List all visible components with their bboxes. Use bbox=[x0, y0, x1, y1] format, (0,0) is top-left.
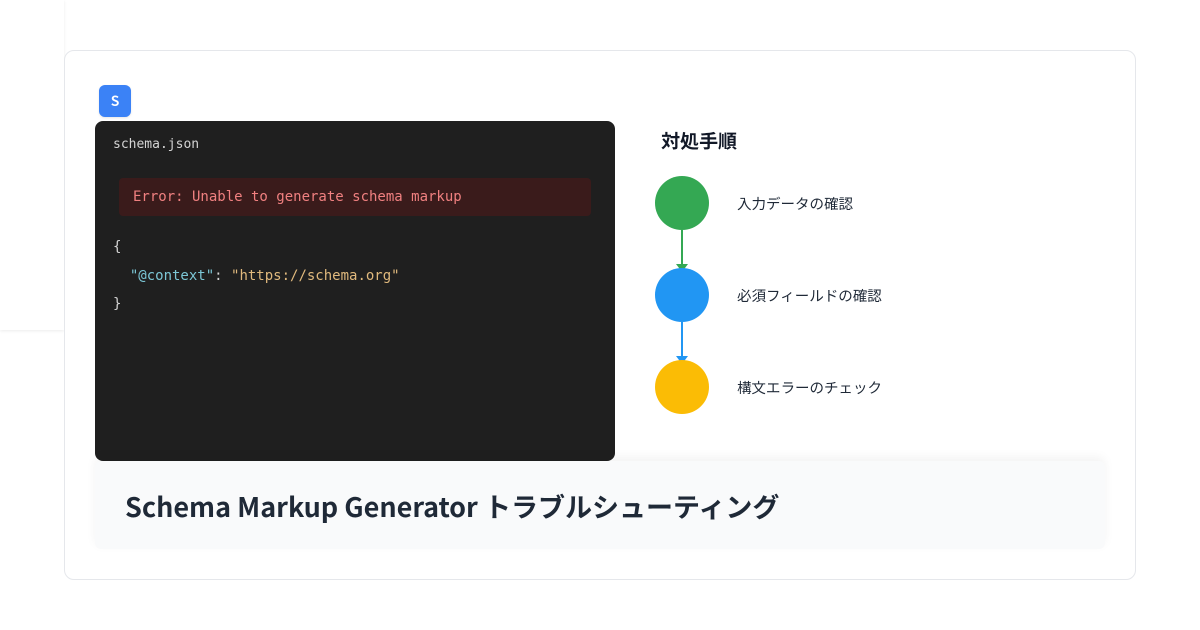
step-circle-icon bbox=[655, 268, 709, 322]
code-filename: schema.json bbox=[113, 135, 597, 156]
step-row-1: 入力データの確認 bbox=[655, 176, 1105, 230]
step-connector-2 bbox=[655, 322, 709, 360]
steps-panel: 対処手順 入力データの確認 必須フィールドの確認 構文エラーのチェック bbox=[655, 121, 1105, 461]
code-panel: schema.json Error: Unable to generate sc… bbox=[95, 121, 615, 461]
badge-s: S bbox=[99, 85, 131, 117]
content-row: schema.json Error: Unable to generate sc… bbox=[95, 121, 1105, 461]
step-connector-1 bbox=[655, 230, 709, 268]
footer-title: Schema Markup Generator トラブルシューティング bbox=[125, 486, 779, 525]
code-line-kv: "@context": "https://schema.org" bbox=[113, 265, 597, 287]
code-line-open: { bbox=[113, 236, 597, 258]
code-error-banner: Error: Unable to generate schema markup bbox=[119, 178, 591, 216]
steps-title: 対処手順 bbox=[661, 127, 1105, 154]
main-card: S schema.json Error: Unable to generate … bbox=[64, 50, 1136, 580]
connector-line bbox=[681, 322, 683, 360]
connector-line bbox=[681, 230, 683, 268]
step-circle-icon bbox=[655, 176, 709, 230]
step-label: 入力データの確認 bbox=[737, 193, 853, 214]
left-edge-panel bbox=[0, 0, 64, 330]
footer-bar: Schema Markup Generator トラブルシューティング bbox=[95, 461, 1105, 549]
step-row-3: 構文エラーのチェック bbox=[655, 360, 1105, 414]
code-line-close: } bbox=[113, 293, 597, 315]
step-row-2: 必須フィールドの確認 bbox=[655, 268, 1105, 322]
step-label: 構文エラーのチェック bbox=[737, 377, 882, 398]
step-circle-icon bbox=[655, 360, 709, 414]
step-label: 必須フィールドの確認 bbox=[737, 285, 882, 306]
